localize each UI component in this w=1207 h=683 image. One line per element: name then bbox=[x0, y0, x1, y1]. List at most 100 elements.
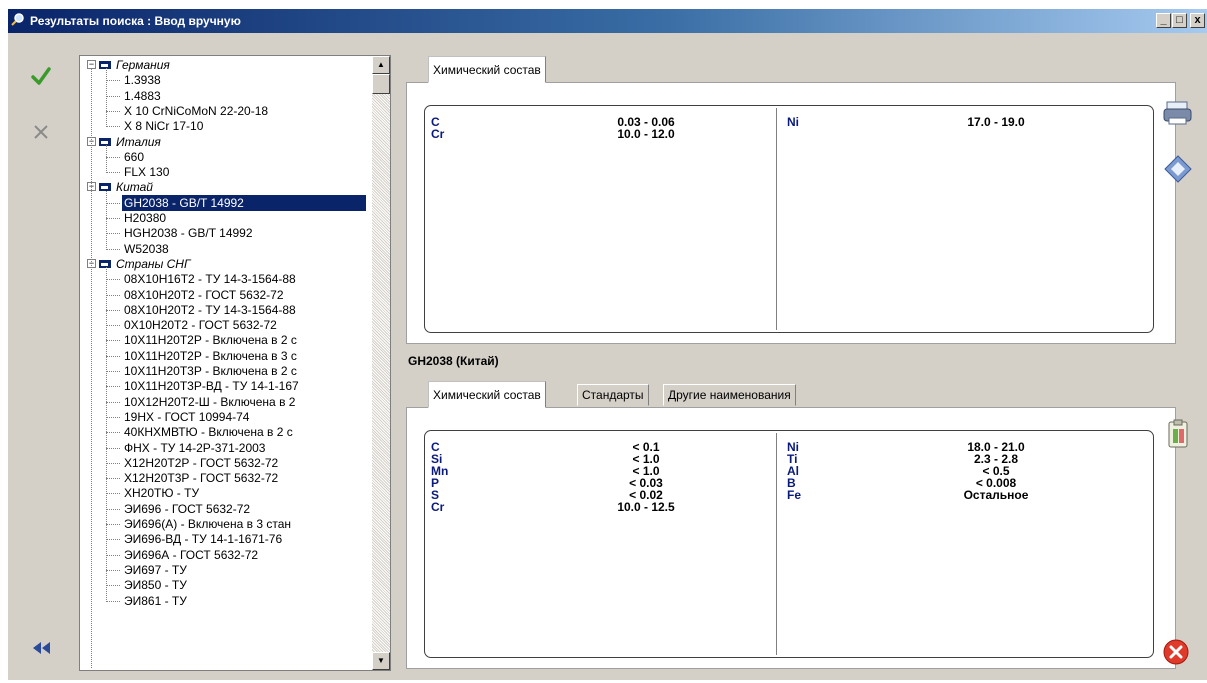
element-value: 10.0 - 12.0 bbox=[617, 127, 675, 141]
clipboard-icon bbox=[1168, 419, 1188, 448]
minimize-button[interactable]: _ bbox=[1156, 13, 1171, 28]
tree-connector bbox=[106, 218, 120, 219]
tree-connector bbox=[106, 386, 120, 388]
tree-item[interactable]: ЭИ850 - ТУ bbox=[80, 577, 366, 593]
export-button[interactable] bbox=[1161, 152, 1195, 186]
tree-connector bbox=[106, 110, 120, 112]
tree-item-label: ФНХ - ТУ 14-2Р-371-2003 bbox=[124, 440, 266, 455]
tree-item[interactable]: 40КНХМВТЮ - Включена в 2 с bbox=[80, 424, 366, 440]
tree-item-label: ЭИ696 - ГОСТ 5632-72 bbox=[124, 501, 251, 516]
tree-item[interactable]: 08Х10Н16Т2 - ТУ 14-3-1564-88 bbox=[80, 271, 366, 287]
tree-item-label: ЭИ696(А) - Включена в 3 стан bbox=[124, 517, 291, 531]
tab-other-names[interactable]: Другие наименования bbox=[663, 384, 796, 406]
tree-item-label: 1.4883 bbox=[124, 88, 161, 103]
tree-connector bbox=[91, 68, 92, 668]
element-value: Остальное bbox=[963, 488, 1029, 502]
tree-item[interactable]: H20380 bbox=[80, 210, 366, 226]
tree-item[interactable]: Х12Н20Т3Р - ГОСТ 5632-72 bbox=[80, 470, 366, 486]
tree-connector bbox=[106, 294, 120, 296]
tree-item-label: FLX 130 bbox=[124, 165, 170, 180]
element-symbol: Ni bbox=[787, 115, 799, 129]
tree-item[interactable]: 660 bbox=[80, 149, 366, 165]
tree-item[interactable]: ЭИ696 - ГОСТ 5632-72 bbox=[80, 501, 366, 517]
tree-connector bbox=[106, 401, 120, 403]
tree-item[interactable]: W52038 bbox=[80, 241, 366, 257]
tree-connector bbox=[106, 248, 120, 250]
tree-item[interactable]: ЭИ696-ВД - ТУ 14-1-1671-76 bbox=[80, 531, 366, 547]
tree-item[interactable]: ХН20ТЮ - ТУ bbox=[80, 485, 366, 501]
tree-item[interactable]: 10Х11Н20Т3Р-ВД - ТУ 14-1-167 bbox=[80, 378, 366, 394]
scroll-up-button[interactable]: ▲ bbox=[372, 56, 390, 74]
tab-standards[interactable]: Стандарты bbox=[577, 384, 649, 406]
tree-item-label: ХН20ТЮ - ТУ bbox=[124, 486, 200, 501]
tree-item[interactable]: FLX 130 bbox=[80, 164, 366, 180]
tree-connector bbox=[106, 600, 120, 602]
tree-connector bbox=[106, 279, 120, 281]
tree-item[interactable]: 08Х10Н20Т2 - ТУ 14-3-1564-88 bbox=[80, 302, 366, 318]
tree-item[interactable]: X 10 CrNiCoMoN 22-20-18 bbox=[80, 103, 366, 119]
folder-icon bbox=[99, 259, 111, 268]
material-tree[interactable]: − Германия 1.3938 1.4883 X 10 CrNiCoMoN 22-2… bbox=[79, 55, 391, 671]
tree-item[interactable]: 1.4883 bbox=[80, 88, 366, 104]
material-label: GH2038 (Китай) bbox=[408, 354, 499, 368]
bottom-composition-box: C < 0.1 Si < 1.0 Mn < 1.0 P < 0.03 S < 0.02 Cr 10.0… bbox=[424, 430, 1154, 658]
tree-item[interactable]: 08Х10Н20Т2 - ГОСТ 5632-72 bbox=[80, 287, 366, 303]
cross-icon bbox=[34, 125, 48, 139]
tree-item-label: ЭИ697 - ТУ bbox=[124, 562, 187, 577]
tree-item[interactable]: 10Х11Н20Т3Р - Включена в 2 с bbox=[80, 363, 366, 379]
tree-item-label: 19НХ - ГОСТ 10994-74 bbox=[124, 409, 250, 424]
element-symbol: Cr bbox=[431, 500, 445, 514]
tree-item-label: 10Х11Н20Т3Р - Включена в 2 с bbox=[124, 364, 297, 378]
confirm-button[interactable] bbox=[26, 61, 56, 91]
tree-item-label: 08Х10Н20Т2 - ТУ 14-3-1564-88 bbox=[124, 302, 296, 317]
tree-item[interactable]: 1.3938 bbox=[80, 72, 366, 88]
tab-top-composition[interactable]: Химический состав bbox=[428, 56, 546, 83]
tree-connector bbox=[106, 144, 107, 172]
cancel-button[interactable] bbox=[26, 117, 56, 147]
tree-item[interactable]: 0Х10Н20Т2 - ГОСТ 5632-72 bbox=[80, 317, 366, 333]
tree-item[interactable]: Х12Н20Т2Р - ГОСТ 5632-72 bbox=[80, 455, 366, 471]
tree-item[interactable]: ЭИ697 - ТУ bbox=[80, 562, 366, 578]
tree-connector bbox=[106, 309, 120, 311]
tree-item-label: 10Х11Н20Т2Р - Включена в 2 с bbox=[124, 333, 297, 348]
tree-connector bbox=[106, 68, 107, 126]
column-divider bbox=[776, 108, 777, 330]
close-button[interactable] bbox=[1161, 637, 1195, 671]
tree-connector bbox=[106, 462, 120, 464]
tree-scrollbar[interactable]: ▲ ▼ bbox=[372, 56, 390, 670]
folder-icon bbox=[99, 137, 111, 146]
tree-item-label: X 8 NiCr 17-10 bbox=[124, 119, 204, 134]
rewind-icon bbox=[33, 642, 50, 654]
tree-item-label: ЭИ850 - ТУ bbox=[124, 578, 187, 593]
window-title: Результаты поиска : Ввод вручную bbox=[30, 14, 241, 28]
tree-connector bbox=[106, 80, 120, 82]
tree-item[interactable]: ЭИ696(А) - Включена в 3 стан bbox=[80, 516, 366, 532]
scroll-down-button[interactable]: ▼ bbox=[372, 652, 390, 670]
back-button[interactable] bbox=[26, 633, 56, 663]
tree-item[interactable]: ЭИ861 - ТУ bbox=[80, 593, 366, 609]
window-close-button[interactable]: x bbox=[1190, 13, 1205, 28]
tree-item[interactable]: ФНХ - ТУ 14-2Р-371-2003 bbox=[80, 440, 366, 456]
title-bar[interactable]: Результаты поиска : Ввод вручную bbox=[8, 9, 1207, 33]
tree-item[interactable]: 10Х11Н20Т2Р - Включена в 3 с bbox=[80, 348, 366, 364]
tab-composition[interactable]: Химический состав bbox=[428, 381, 546, 408]
tree-item[interactable]: HGH2038 - GB/T 14992 bbox=[80, 225, 366, 241]
tree-item[interactable]: 10Х11Н20Т2Р - Включена в 2 с bbox=[80, 332, 366, 348]
tree-connector bbox=[106, 190, 107, 248]
tree-item[interactable]: X 8 NiCr 17-10 bbox=[80, 118, 366, 134]
tree-item[interactable]: ЭИ696А - ГОСТ 5632-72 bbox=[80, 547, 366, 563]
tree-item[interactable]: GH2038 - GB/T 14992 bbox=[80, 194, 366, 211]
tree-item[interactable]: 10Х12Н20Т2-Ш - Включена в 2 bbox=[80, 394, 366, 410]
tree-item-label: HGH2038 - GB/T 14992 bbox=[124, 226, 253, 241]
tree-item[interactable]: 19НХ - ГОСТ 10994-74 bbox=[80, 409, 366, 425]
tree-connector bbox=[106, 524, 120, 525]
tree-connector bbox=[106, 416, 120, 418]
tree-connector bbox=[106, 202, 120, 204]
maximize-button[interactable]: □ bbox=[1172, 13, 1187, 28]
check-icon bbox=[31, 67, 51, 85]
export-icon bbox=[1164, 155, 1192, 183]
copy-button[interactable] bbox=[1161, 417, 1195, 451]
tree-item-label: 08Х10Н16Т2 - ТУ 14-3-1564-88 bbox=[124, 272, 296, 287]
scroll-thumb[interactable] bbox=[372, 74, 390, 94]
print-button[interactable] bbox=[1161, 96, 1195, 130]
